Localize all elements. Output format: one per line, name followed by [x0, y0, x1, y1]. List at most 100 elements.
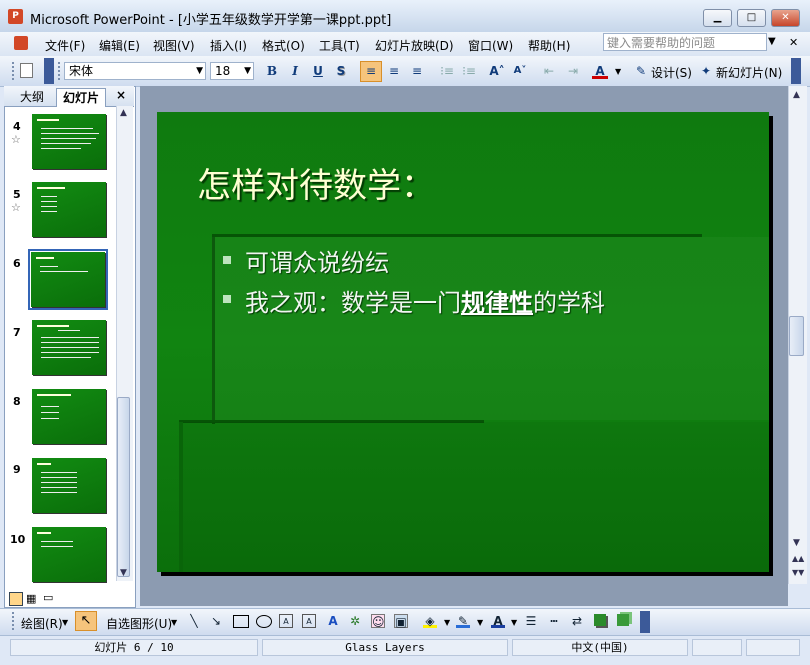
- align-right-icon[interactable]: ≡: [409, 63, 425, 79]
- slide-title[interactable]: 怎样对待数学：: [197, 158, 435, 207]
- help-dropdown-icon[interactable]: ▼: [768, 36, 776, 47]
- next-slide-icon[interactable]: ▼▼: [792, 568, 804, 577]
- toolbar-options-icon[interactable]: [791, 58, 801, 84]
- menu-window[interactable]: 窗口(W): [468, 37, 513, 54]
- toolbar-options-icon[interactable]: [640, 611, 650, 633]
- chevron-down-icon: ▼: [244, 66, 251, 76]
- pane-scroll-thumb[interactable]: [117, 397, 130, 577]
- draw-menu-button[interactable]: 绘图(R): [21, 615, 63, 632]
- menu-view[interactable]: 视图(V): [153, 37, 195, 54]
- bold-button[interactable]: B: [264, 63, 280, 79]
- maximize-button[interactable]: □: [737, 9, 766, 27]
- 3d-style-icon[interactable]: [617, 614, 629, 626]
- line-tool-icon[interactable]: ╲: [187, 614, 201, 628]
- diagram-icon[interactable]: ✲: [348, 614, 362, 628]
- chevron-down-icon[interactable]: ▼: [444, 618, 450, 627]
- slide-position-status: 幻灯片 6 / 10: [10, 639, 258, 656]
- chevron-down-icon[interactable]: ▼: [511, 618, 517, 627]
- scroll-down-icon[interactable]: ▼: [793, 538, 800, 548]
- line-style-icon[interactable]: ☰: [524, 614, 538, 628]
- slide-thumbnail[interactable]: [32, 320, 106, 375]
- fill-color-icon[interactable]: ◈: [423, 614, 437, 628]
- menu-edit[interactable]: 编辑(E): [99, 37, 140, 54]
- document-close-icon[interactable]: ✕: [789, 36, 798, 49]
- rectangle-tool-icon[interactable]: [233, 615, 249, 628]
- tab-slides[interactable]: 幻灯片: [56, 88, 107, 107]
- chevron-down-icon[interactable]: ▼: [171, 618, 177, 627]
- menu-file[interactable]: 文件(F): [45, 37, 85, 54]
- chevron-down-icon[interactable]: ▼: [62, 618, 68, 627]
- previous-slide-icon[interactable]: ▲▲: [792, 554, 804, 563]
- slide-sorter-view-icon[interactable]: ▦: [26, 592, 36, 605]
- toolbar-grip[interactable]: [12, 612, 17, 630]
- shadow-style-icon[interactable]: [594, 614, 606, 626]
- document-icon[interactable]: [14, 36, 28, 50]
- normal-view-icon[interactable]: [9, 592, 23, 606]
- italic-button[interactable]: I: [287, 63, 303, 79]
- select-pointer-icon[interactable]: ↖: [75, 611, 97, 631]
- shadow-button[interactable]: S: [333, 63, 349, 79]
- align-center-icon[interactable]: ≡: [386, 63, 402, 79]
- underline-button[interactable]: U: [310, 63, 326, 79]
- slide-canvas[interactable]: 怎样对待数学： 可谓众说纷纭 我之观：数学是一门规律性的学科: [157, 112, 769, 572]
- menu-insert[interactable]: 插入(I): [210, 37, 247, 54]
- oval-tool-icon[interactable]: [256, 615, 272, 628]
- scroll-down-icon[interactable]: ▼: [120, 568, 127, 578]
- toolbar-grip[interactable]: [12, 62, 17, 80]
- status-cell-empty: [746, 639, 800, 656]
- slide-thumbnail[interactable]: [32, 182, 106, 237]
- menu-tools[interactable]: 工具(T): [319, 37, 360, 54]
- slide-thumbnail[interactable]: [32, 389, 106, 444]
- new-slide-button[interactable]: 新幻灯片(N): [716, 64, 782, 81]
- decrease-indent-icon[interactable]: ⇤: [541, 63, 557, 79]
- new-document-icon[interactable]: [20, 63, 33, 78]
- autoshapes-button[interactable]: 自选图形(U): [106, 615, 172, 632]
- bullet-list-icon[interactable]: ⁝≡: [461, 63, 477, 79]
- powerpoint-app-icon[interactable]: P: [8, 9, 23, 24]
- design-button[interactable]: 设计(S): [651, 64, 692, 81]
- vertical-scroll-thumb[interactable]: [789, 316, 804, 356]
- slide-thumbnail[interactable]: [32, 458, 106, 513]
- dash-style-icon[interactable]: ┅: [547, 614, 561, 628]
- chevron-down-icon[interactable]: ▼: [477, 618, 483, 627]
- wordart-icon[interactable]: A: [326, 614, 340, 628]
- bullet-text[interactable]: 可谓众说纷纭: [245, 243, 389, 278]
- increase-font-icon[interactable]: A˄: [489, 63, 505, 79]
- toolbar-options-icon[interactable]: [44, 58, 54, 84]
- menu-help[interactable]: 帮助(H): [528, 37, 570, 54]
- pane-close-icon[interactable]: ×: [116, 88, 126, 102]
- arrow-style-icon[interactable]: ⇄: [570, 614, 584, 628]
- slide-thumbnail[interactable]: [32, 527, 106, 582]
- close-button[interactable]: ✕: [771, 9, 800, 27]
- decrease-font-icon[interactable]: A˅: [512, 63, 528, 79]
- menu-format[interactable]: 格式(O): [262, 37, 305, 54]
- slide-show-view-icon[interactable]: ▭: [43, 591, 53, 604]
- help-search-input[interactable]: 键入需要帮助的问题: [603, 33, 767, 51]
- font-color-icon[interactable]: A: [491, 614, 505, 628]
- chevron-down-icon[interactable]: ▼: [615, 67, 621, 76]
- font-size-select[interactable]: 18 ▼: [210, 62, 254, 80]
- align-left-icon[interactable]: ≡: [360, 61, 382, 82]
- font-name-select[interactable]: 宋体 ▼: [64, 62, 206, 80]
- increase-indent-icon[interactable]: ⇥: [565, 63, 581, 79]
- numbered-list-icon[interactable]: ⁝≡: [439, 63, 455, 79]
- font-color-button[interactable]: A: [592, 63, 608, 79]
- font-size-value: 18: [215, 64, 231, 78]
- slide-thumbnail-selected[interactable]: [31, 252, 105, 307]
- menu-slideshow[interactable]: 幻灯片放映(D): [375, 37, 454, 54]
- toolbar-grip[interactable]: [58, 62, 63, 80]
- slide-number: 4: [13, 120, 21, 133]
- line-color-icon[interactable]: ✎: [456, 614, 470, 628]
- text-box-icon[interactable]: A: [279, 614, 293, 628]
- tab-outline[interactable]: 大纲: [14, 88, 50, 106]
- minimize-button[interactable]: ▁: [703, 9, 732, 27]
- scroll-up-icon[interactable]: ▲: [793, 90, 800, 100]
- status-cell-empty: [692, 639, 742, 656]
- slide-thumbnail[interactable]: [32, 114, 106, 169]
- vertical-text-box-icon[interactable]: A: [302, 614, 316, 628]
- scroll-up-icon[interactable]: ▲: [120, 108, 127, 118]
- arrow-tool-icon[interactable]: ↘: [209, 614, 223, 628]
- clip-art-icon[interactable]: ☺: [371, 614, 385, 629]
- picture-icon[interactable]: ▣: [394, 614, 408, 629]
- bullet-text[interactable]: 我之观：数学是一门规律性的学科: [245, 283, 605, 318]
